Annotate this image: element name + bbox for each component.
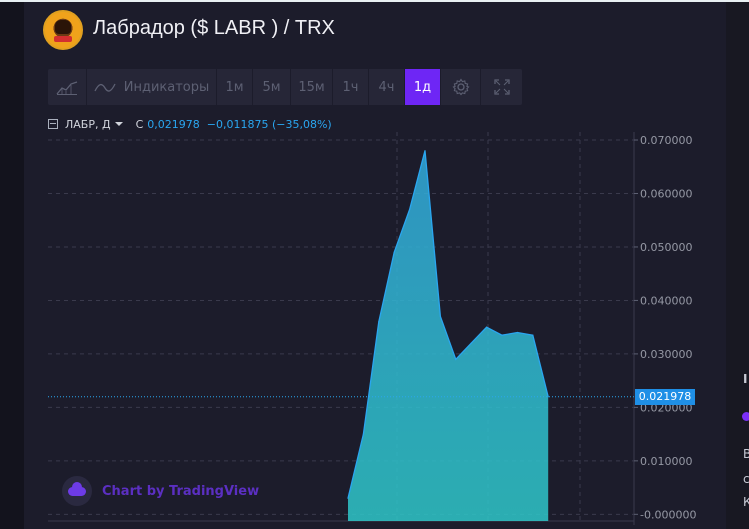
data-point bbox=[501, 334, 503, 336]
right-panel-text: В bbox=[743, 447, 749, 461]
y-tick-label: 0.030000 bbox=[640, 348, 693, 361]
data-point bbox=[362, 433, 364, 435]
y-tick-label: 0.010000 bbox=[640, 455, 693, 468]
y-tick-label: 0.070000 bbox=[640, 134, 693, 147]
watermark-text: Chart by TradingView bbox=[102, 483, 260, 499]
status-dot-icon bbox=[742, 412, 749, 421]
y-tick-label: 0.050000 bbox=[640, 241, 693, 254]
data-point bbox=[470, 342, 472, 344]
y-tick-label: 0.040000 bbox=[640, 294, 693, 307]
data-point bbox=[486, 326, 488, 328]
data-point bbox=[378, 321, 380, 323]
tradingview-logo-icon bbox=[62, 476, 92, 506]
last-price-tag: 0.021978 bbox=[635, 388, 695, 405]
right-panel-text: К bbox=[743, 495, 749, 509]
data-point bbox=[347, 497, 349, 499]
data-point bbox=[424, 150, 426, 152]
data-point bbox=[516, 331, 519, 334]
data-point bbox=[393, 251, 395, 253]
data-point bbox=[439, 315, 441, 318]
right-panel-text: I bbox=[743, 372, 748, 386]
price-chart[interactable]: -0.0000000.0100000.0200000.0300000.04000… bbox=[0, 0, 749, 529]
y-tick-label: -0.000000 bbox=[640, 508, 696, 521]
tradingview-watermark[interactable]: Chart by TradingView bbox=[62, 476, 259, 506]
data-point bbox=[532, 334, 534, 336]
data-point bbox=[409, 208, 411, 211]
data-point bbox=[547, 396, 549, 398]
right-panel-text: с bbox=[743, 472, 749, 486]
data-point bbox=[455, 358, 457, 360]
area-fill bbox=[348, 150, 549, 521]
y-tick-label: 0.060000 bbox=[640, 187, 693, 200]
